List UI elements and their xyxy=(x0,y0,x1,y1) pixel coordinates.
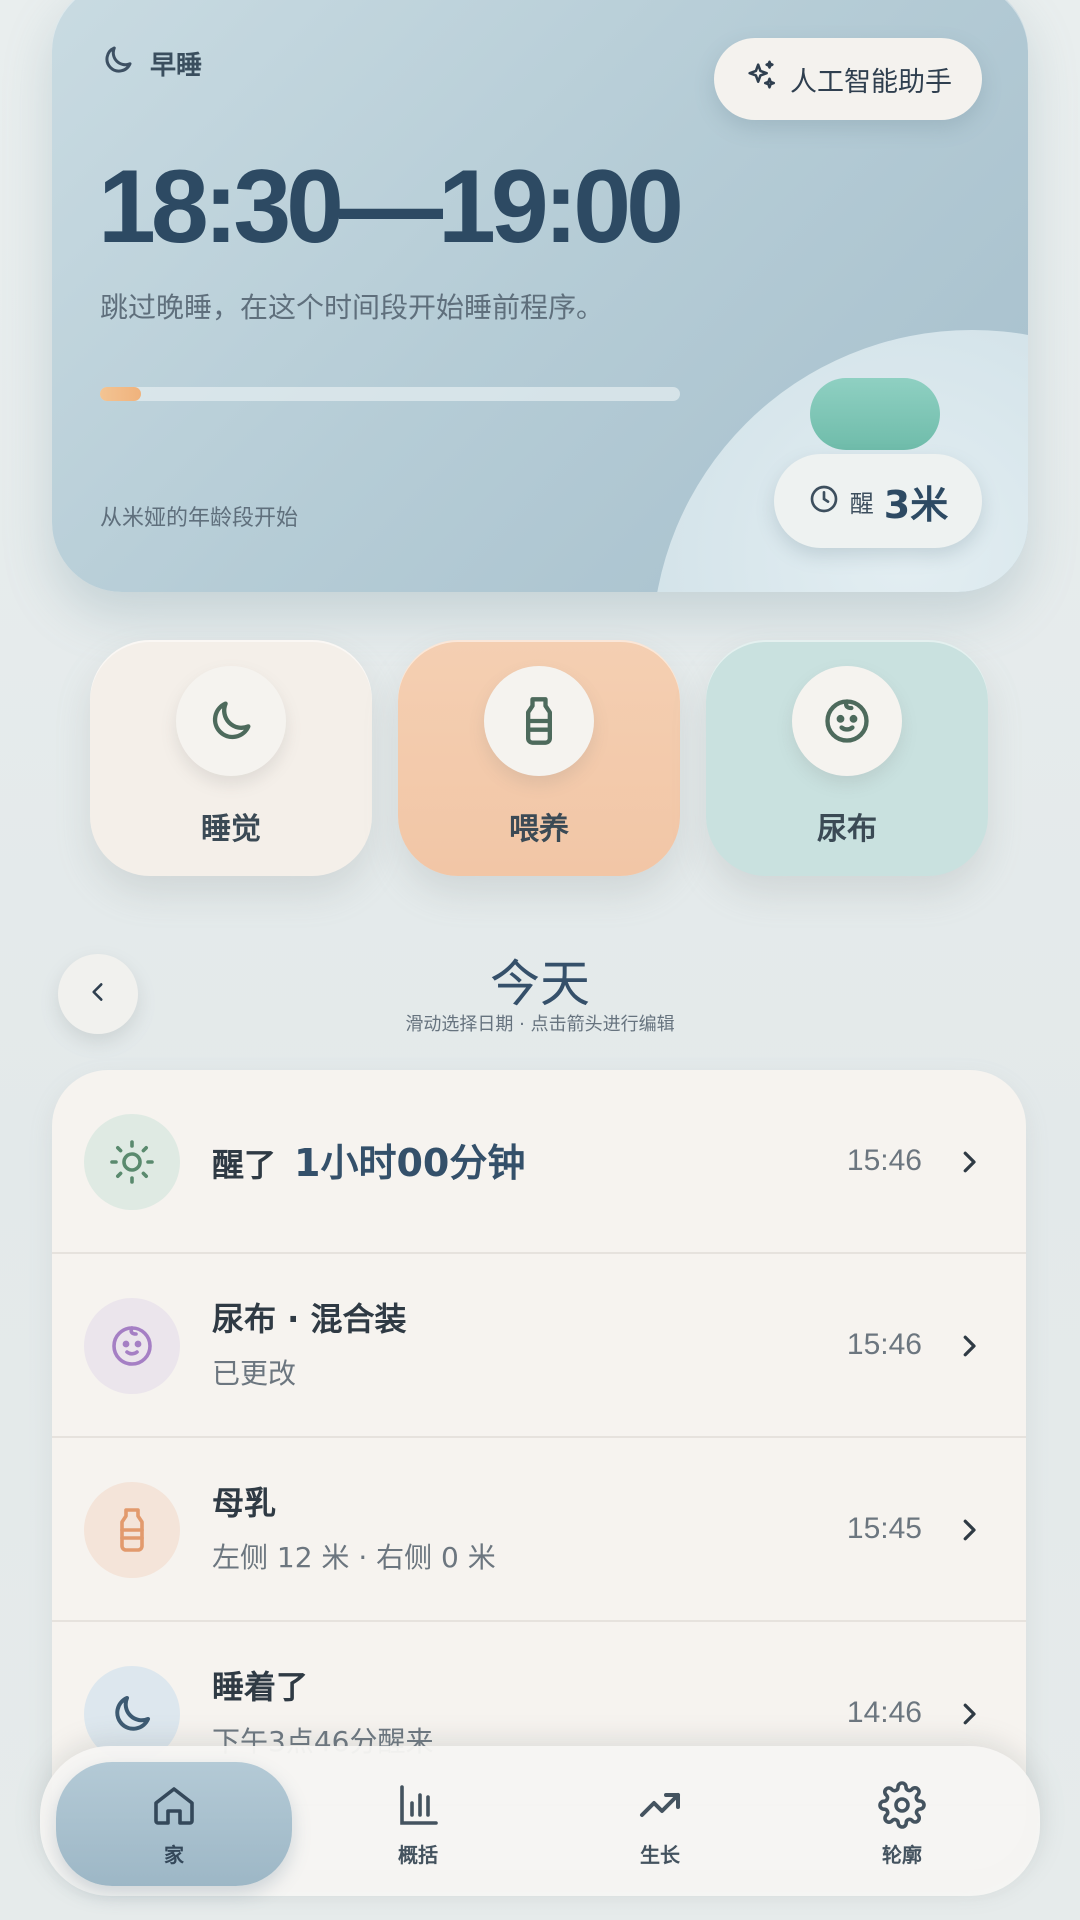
log-duration: 1小时00分钟 xyxy=(294,1141,526,1185)
nav-label: 生长 xyxy=(640,1842,680,1867)
wake-window-button[interactable]: 醒 3米 xyxy=(774,454,982,548)
nav-item-growth[interactable]: 生长 xyxy=(542,1762,778,1886)
bottom-nav: 家 概括 生长 轮廓 xyxy=(40,1746,1040,1896)
log-title-text: 醒了 xyxy=(212,1146,277,1184)
log-row-wake[interactable]: 醒了 1小时00分钟 15:46 xyxy=(52,1070,1026,1254)
nav-item-home[interactable]: 家 xyxy=(56,1762,292,1886)
wake-label: 醒 xyxy=(849,489,874,518)
nav-label: 家 xyxy=(164,1842,184,1867)
bedtime-range: 18:30—19:00 xyxy=(98,149,684,265)
chevron-right-icon[interactable] xyxy=(954,1699,984,1729)
baby-face-icon xyxy=(84,1298,180,1394)
quick-action-feed[interactable]: 喂养 xyxy=(398,640,680,876)
log-title: 母乳 xyxy=(212,1484,277,1522)
log-subtitle: 已更改 xyxy=(212,1357,297,1390)
nav-label: 概括 xyxy=(398,1842,438,1867)
schedule-tag-label: 早睡 xyxy=(150,51,203,81)
bottle-icon xyxy=(84,1482,180,1578)
chevron-right-icon[interactable] xyxy=(954,1515,984,1545)
log-title: 醒了 1小时00分钟 xyxy=(212,1132,525,1187)
log-subtitle: 左侧 12 米 · 右侧 0 米 xyxy=(212,1541,496,1574)
day-hint: 滑动选择日期 · 点击箭头进行编辑 xyxy=(405,1014,675,1035)
schedule-tag: 早睡 xyxy=(100,42,202,85)
quick-action-sleep[interactable]: 睡觉 xyxy=(90,640,372,876)
log-title: 睡着了 xyxy=(212,1668,309,1706)
quick-action-label: 喂养 xyxy=(509,812,569,847)
quick-action-label: 睡觉 xyxy=(201,812,261,847)
decorative-pill xyxy=(810,378,940,450)
quick-action-diaper[interactable]: 尿布 xyxy=(706,640,988,876)
bedtime-progress xyxy=(100,387,680,401)
wake-value: 3米 xyxy=(883,482,949,527)
moon-icon xyxy=(176,666,286,776)
log-time: 15:46 xyxy=(846,1144,922,1177)
bedtime-progress-fill xyxy=(100,387,141,401)
sun-icon xyxy=(84,1114,180,1210)
sparkles-icon xyxy=(744,59,778,100)
app-screen: 早睡 人工智能助手 18:30—19:00 跳过晚睡，在这个时间段开始睡前程序。… xyxy=(0,0,1080,1920)
moon-icon xyxy=(100,42,136,85)
quick-action-label: 尿布 xyxy=(817,812,877,847)
gear-icon xyxy=(878,1780,926,1829)
log-row-diaper[interactable]: 尿布 · 混合装 已更改 15:46 xyxy=(52,1254,1026,1438)
bedtime-card[interactable]: 早睡 人工智能助手 18:30—19:00 跳过晚睡，在这个时间段开始睡前程序。… xyxy=(52,0,1028,592)
home-icon xyxy=(154,1786,194,1825)
nav-item-profile[interactable]: 轮廓 xyxy=(784,1762,1020,1886)
nav-label: 轮廓 xyxy=(882,1842,922,1867)
log-title: 尿布 · 混合装 xyxy=(212,1300,407,1338)
ai-assistant-label: 人工智能助手 xyxy=(790,66,952,98)
nav-item-summary[interactable]: 概括 xyxy=(300,1762,536,1886)
chevron-right-icon[interactable] xyxy=(954,1147,984,1177)
bottle-icon xyxy=(484,666,594,776)
log-time: 14:46 xyxy=(846,1696,922,1729)
log-time: 15:45 xyxy=(846,1512,922,1545)
day-title: 今天 xyxy=(490,955,590,1013)
log-time: 15:46 xyxy=(846,1328,922,1361)
bedtime-description: 跳过晚睡，在这个时间段开始睡前程序。 xyxy=(100,291,605,324)
clock-icon xyxy=(808,483,840,519)
age-note: 从米娅的年龄段开始 xyxy=(100,506,299,531)
log-row-breastfeed[interactable]: 母乳 左侧 12 米 · 右侧 0 米 15:45 xyxy=(52,1438,1026,1622)
chevron-right-icon[interactable] xyxy=(954,1331,984,1361)
ai-assistant-button[interactable]: 人工智能助手 xyxy=(714,38,982,120)
trend-up-icon xyxy=(640,1792,680,1817)
baby-face-icon xyxy=(792,666,902,776)
bar-chart-icon xyxy=(400,1784,438,1825)
